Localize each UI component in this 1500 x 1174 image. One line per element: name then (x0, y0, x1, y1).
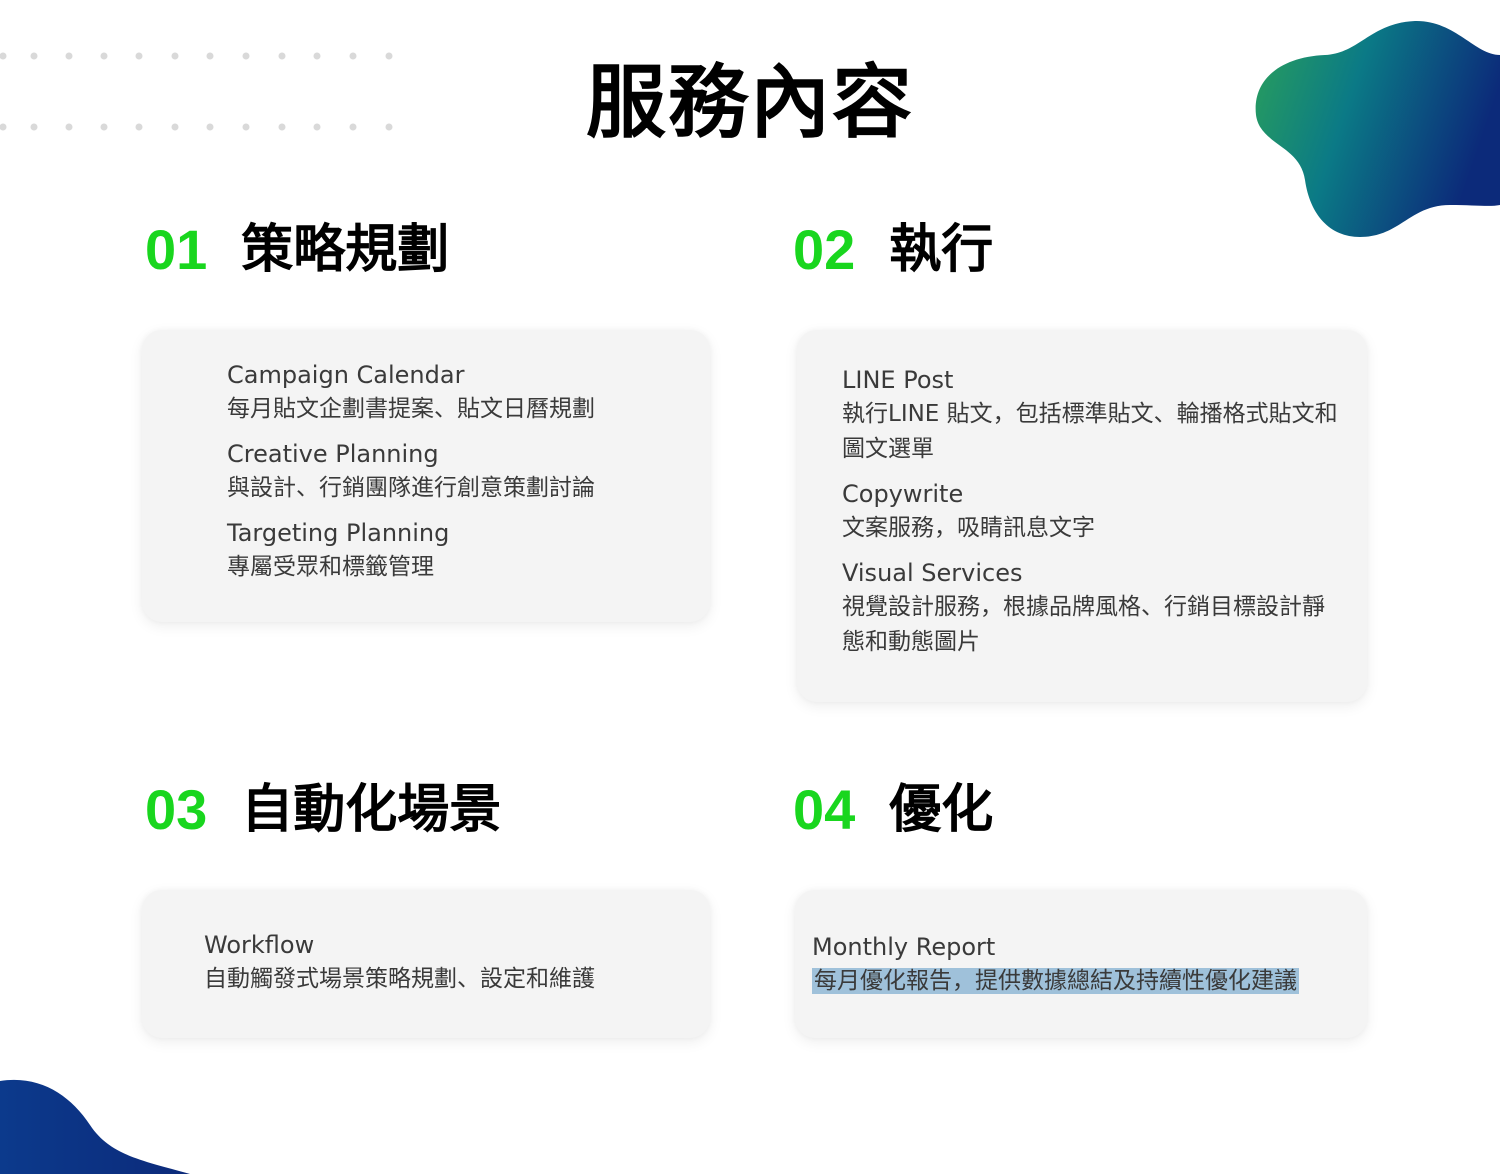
section-heading-execution: 02 執行 (793, 218, 994, 281)
item-title: LINE Post (842, 366, 954, 394)
item-description: 文案服務，吸睛訊息文字 (842, 515, 1095, 541)
item-description: 視覺設計服務，根據品牌風格、行銷目標設計靜態和動態圖片 (842, 594, 1325, 655)
item-title: Creative Planning (227, 440, 439, 468)
item-title: Copywrite (842, 480, 964, 508)
section-heading-strategy: 01 策略規劃 (145, 218, 450, 281)
section-title: 優化 (889, 780, 994, 840)
item-description: 執行LINE 貼文，包括標準貼文、輪播格式貼文和圖文選單 (842, 401, 1338, 462)
selected-text-highlight[interactable]: 每月優化報告，提供數據總結及持續性優化建議 (812, 968, 1299, 994)
section-number: 03 (145, 778, 208, 841)
automation-card: Workflow 自動觸發式場景策略規劃、設定和維護 (142, 890, 710, 1038)
item-description: 自動觸發式場景策略規劃、設定和維護 (204, 966, 595, 992)
item-title: Campaign Calendar (227, 361, 465, 389)
section-number: 04 (793, 778, 856, 841)
item-title: Targeting Planning (227, 519, 450, 547)
section-title: 策略規劃 (241, 220, 450, 280)
list-item: Copywrite 文案服務，吸睛訊息文字 (842, 477, 1339, 546)
page-title: 服務內容 (586, 56, 914, 149)
list-item: LINE Post 執行LINE 貼文，包括標準貼文、輪播格式貼文和圖文選單 (842, 363, 1339, 467)
item-title: Visual Services (842, 559, 1023, 587)
item-description: 與設計、行銷團隊進行創意策劃討論 (227, 475, 595, 501)
list-item: Creative Planning 與設計、行銷團隊進行創意策劃討論 (227, 437, 690, 506)
item-description: 每月貼文企劃書提案、貼文日曆規劃 (227, 396, 595, 422)
section-heading-automation: 03 自動化場景 (145, 778, 502, 841)
list-item: Workflow 自動觸發式場景策略規劃、設定和維護 (204, 928, 690, 997)
execution-card: LINE Post 執行LINE 貼文，包括標準貼文、輪播格式貼文和圖文選單 C… (797, 330, 1367, 702)
list-item: Monthly Report 每月優化報告，提供數據總結及持續性優化建議 (812, 930, 1347, 999)
optimization-card: Monthly Report 每月優化報告，提供數據總結及持續性優化建議 (795, 890, 1367, 1038)
list-item: Targeting Planning 專屬受眾和標籤管理 (227, 516, 690, 585)
item-title: Monthly Report (812, 933, 996, 961)
section-title: 執行 (889, 220, 994, 280)
section-number: 02 (793, 218, 856, 281)
list-item: Campaign Calendar 每月貼文企劃書提案、貼文日曆規劃 (227, 358, 690, 427)
item-description: 專屬受眾和標籤管理 (227, 554, 434, 580)
list-item: Visual Services 視覺設計服務，根據品牌風格、行銷目標設計靜態和動… (842, 556, 1339, 660)
item-title: Workflow (204, 931, 315, 959)
section-number: 01 (145, 218, 208, 281)
section-title: 自動化場景 (241, 780, 502, 840)
section-heading-optimization: 04 優化 (793, 778, 994, 841)
item-description[interactable]: 每月優化報告，提供數據總結及持續性優化建議 (812, 964, 1347, 999)
gradient-blob-decoration-bottom (0, 1079, 190, 1174)
strategy-card: Campaign Calendar 每月貼文企劃書提案、貼文日曆規劃 Creat… (142, 330, 710, 622)
